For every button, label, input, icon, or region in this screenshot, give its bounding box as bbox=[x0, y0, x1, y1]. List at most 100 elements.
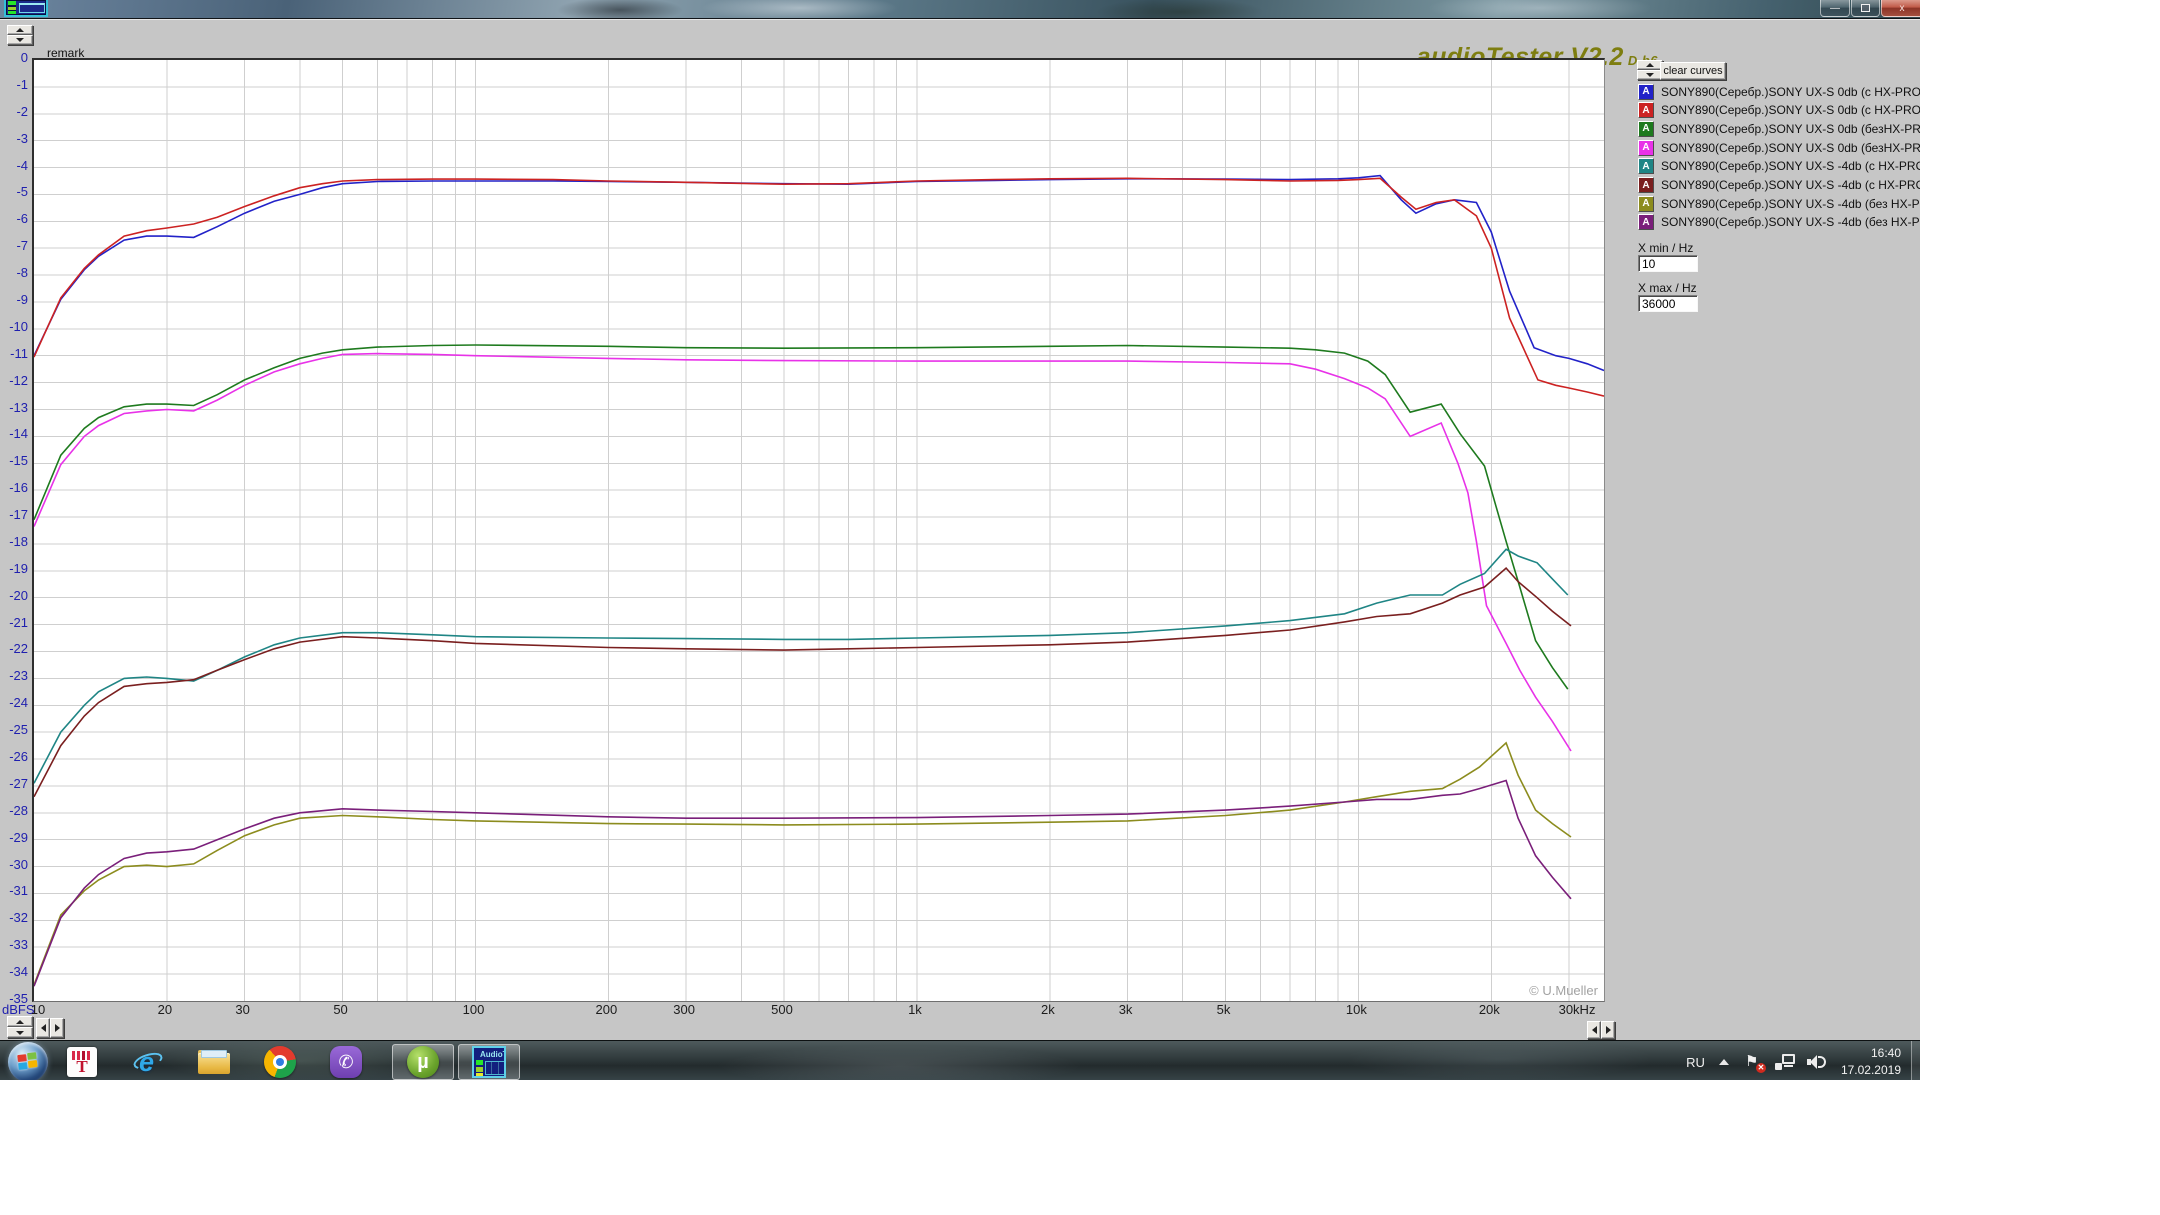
restore-button[interactable] bbox=[1851, 0, 1880, 17]
arrow-down-icon bbox=[16, 1031, 24, 1035]
legend-swatch[interactable]: A bbox=[1638, 196, 1654, 212]
network-icon[interactable] bbox=[1775, 1054, 1795, 1070]
legend-swatch[interactable]: A bbox=[1638, 102, 1654, 118]
x-tick-label: 300 bbox=[673, 1002, 695, 1017]
legend-row[interactable]: A SONY890(Серебр.)SONY UX-S 0db (безHX-PR… bbox=[1638, 139, 1920, 156]
y-tick-label: -30 bbox=[0, 857, 28, 873]
taskbar: Te ✆ µ AudioT RU ⚑✕ 16:40 17.02.2019 bbox=[0, 1040, 1920, 1080]
legend-swatch[interactable]: A bbox=[1638, 214, 1654, 230]
restore-icon bbox=[1861, 4, 1870, 12]
legend-swatch[interactable]: A bbox=[1638, 121, 1654, 137]
viber-icon: ✆ bbox=[330, 1046, 362, 1078]
show-desktop-button[interactable] bbox=[1911, 1041, 1920, 1080]
spin-up-button[interactable] bbox=[7, 25, 33, 35]
volume-icon[interactable] bbox=[1807, 1054, 1827, 1070]
x-max-input[interactable] bbox=[1638, 295, 1698, 312]
y-tick-label: -12 bbox=[0, 373, 28, 389]
y-tick-label: -22 bbox=[0, 641, 28, 657]
legend-row[interactable]: ASONY890(Серебр.)SONY UX-S -4db (с HX-PR… bbox=[1638, 158, 1920, 175]
y-tick-label: 0 bbox=[0, 50, 28, 66]
pan-right-button[interactable] bbox=[50, 1018, 64, 1038]
y-tick-label: -14 bbox=[0, 426, 28, 442]
x-min-input[interactable] bbox=[1638, 255, 1698, 272]
x-tick-label: 20 bbox=[158, 1002, 172, 1017]
curve-6 bbox=[34, 743, 1571, 985]
minimize-button[interactable]: — bbox=[1820, 0, 1850, 17]
arrow-down-icon bbox=[1646, 73, 1654, 77]
plot-canvas bbox=[34, 60, 1604, 1001]
x-tick-label: 50 bbox=[333, 1002, 347, 1017]
curve-3 bbox=[34, 354, 1571, 751]
y-down-button[interactable] bbox=[7, 1027, 33, 1038]
arrow-up-icon bbox=[16, 28, 24, 32]
error-badge: ✕ bbox=[1756, 1063, 1766, 1073]
clear-curves-button[interactable]: clear curves bbox=[1660, 62, 1726, 80]
legend-row[interactable]: A SONY890(Серебр.)SONY UX-S -4db (без HX-… bbox=[1638, 195, 1920, 212]
taskbar-item-audiotester[interactable]: AudioT bbox=[458, 1044, 520, 1080]
legend-swatch[interactable]: A bbox=[1638, 158, 1654, 174]
arrow-down-icon bbox=[16, 38, 24, 42]
clock[interactable]: 16:40 17.02.2019 bbox=[1841, 1045, 1901, 1080]
start-button[interactable] bbox=[8, 1042, 48, 1080]
legend-label: SONY890(Серебр.)SONY UX-S -4db (без HX-P… bbox=[1661, 197, 1920, 211]
taskbar-item-viber[interactable]: ✆ bbox=[326, 1044, 366, 1080]
taskbar-item-file-explorer[interactable] bbox=[194, 1044, 234, 1080]
y-up-button[interactable] bbox=[7, 1016, 33, 1027]
x-tick-label: 200 bbox=[596, 1002, 618, 1017]
copyright-watermark: © U.Mueller bbox=[1529, 983, 1598, 998]
legend-swatch[interactable]: A bbox=[1638, 84, 1654, 100]
windows-logo-icon bbox=[17, 1053, 39, 1071]
monitor-base bbox=[1784, 1065, 1793, 1067]
spin-down-button[interactable] bbox=[7, 35, 33, 45]
audiotester-icon: AudioT bbox=[472, 1046, 506, 1078]
y-tick-label: -4 bbox=[0, 158, 28, 174]
pan-left-button[interactable] bbox=[36, 1018, 50, 1038]
legend-row[interactable]: ASONY890(Серебр.)SONY UX-S -4db (с HX-PR… bbox=[1638, 177, 1920, 194]
x-tick-label: 30 bbox=[235, 1002, 249, 1017]
taskbar-item-internet-explorer[interactable]: e bbox=[128, 1044, 168, 1080]
legend-swatch[interactable]: A bbox=[1638, 177, 1654, 193]
clock-time: 16:40 bbox=[1841, 1045, 1901, 1062]
icon-curve bbox=[19, 3, 45, 13]
y-tick-label: -26 bbox=[0, 749, 28, 765]
close-button[interactable]: x bbox=[1881, 0, 1920, 17]
legend-row[interactable]: A SONY890(Серебр.)SONY UX-S 0db (безHX-PR… bbox=[1638, 120, 1920, 137]
legend-row[interactable]: ASONY890(Серебр.)SONY UX-S 0db (с HX-PRO… bbox=[1638, 83, 1920, 100]
arrow-right-icon bbox=[1606, 1026, 1611, 1034]
y-tick-label: -25 bbox=[0, 722, 28, 738]
y-tick-label: -28 bbox=[0, 803, 28, 819]
taskbar-item-chrome[interactable] bbox=[260, 1044, 300, 1080]
x-tick-label: 20k bbox=[1479, 1002, 1500, 1017]
window-titlebar: — x bbox=[0, 0, 1920, 19]
arrow-right-icon bbox=[55, 1024, 60, 1032]
y-tick-label: -2 bbox=[0, 104, 28, 120]
legend-row[interactable]: ASONY890(Серебр.)SONY UX-S 0db (с HX-PRO… bbox=[1638, 102, 1920, 119]
x-tick-label: 2k bbox=[1041, 1002, 1055, 1017]
x-max-label: X max / Hz bbox=[1638, 281, 1697, 295]
x-tick-label: 30kHz bbox=[1559, 1002, 1596, 1017]
sound-wave bbox=[1818, 1056, 1826, 1068]
speaker-cone bbox=[1810, 1055, 1817, 1069]
y-tick-label: -20 bbox=[0, 588, 28, 604]
audiotester-desktop-icon[interactable] bbox=[4, 0, 48, 17]
clock-date: 17.02.2019 bbox=[1841, 1062, 1901, 1079]
x-tick-label: 100 bbox=[463, 1002, 485, 1017]
taskbar-item-utorrent[interactable]: µ bbox=[392, 1044, 454, 1080]
utorrent-icon: µ bbox=[407, 1046, 439, 1078]
y-tick-label: -11 bbox=[0, 346, 28, 362]
frequency-response-plot[interactable]: © U.Mueller bbox=[32, 58, 1605, 1002]
legend-row[interactable]: ASONY890(Серебр.)SONY UX-S -4db (без HX-… bbox=[1638, 214, 1920, 231]
action-center-flag-icon[interactable]: ⚑✕ bbox=[1745, 1053, 1763, 1071]
language-indicator[interactable]: RU bbox=[1686, 1055, 1705, 1070]
x-tick-label: 10k bbox=[1346, 1002, 1367, 1017]
hidden-icons-arrow[interactable] bbox=[1719, 1059, 1729, 1065]
legend-label: SONY890(Серебр.)SONY UX-S 0db (безHX-PRO… bbox=[1661, 141, 1920, 155]
taskbar-item-tone-generator[interactable]: T bbox=[62, 1044, 102, 1080]
x-pan-left-button[interactable] bbox=[1587, 1021, 1601, 1039]
y-tick-label: -7 bbox=[0, 238, 28, 254]
legend-swatch[interactable]: A bbox=[1638, 140, 1654, 156]
x-pan-right-button[interactable] bbox=[1601, 1021, 1615, 1039]
legend-label: SONY890(Серебр.)SONY UX-S 0db (безHX-PRO… bbox=[1661, 122, 1920, 136]
x-tick-label: 10 bbox=[31, 1002, 45, 1017]
y-tick-label: -31 bbox=[0, 883, 28, 899]
